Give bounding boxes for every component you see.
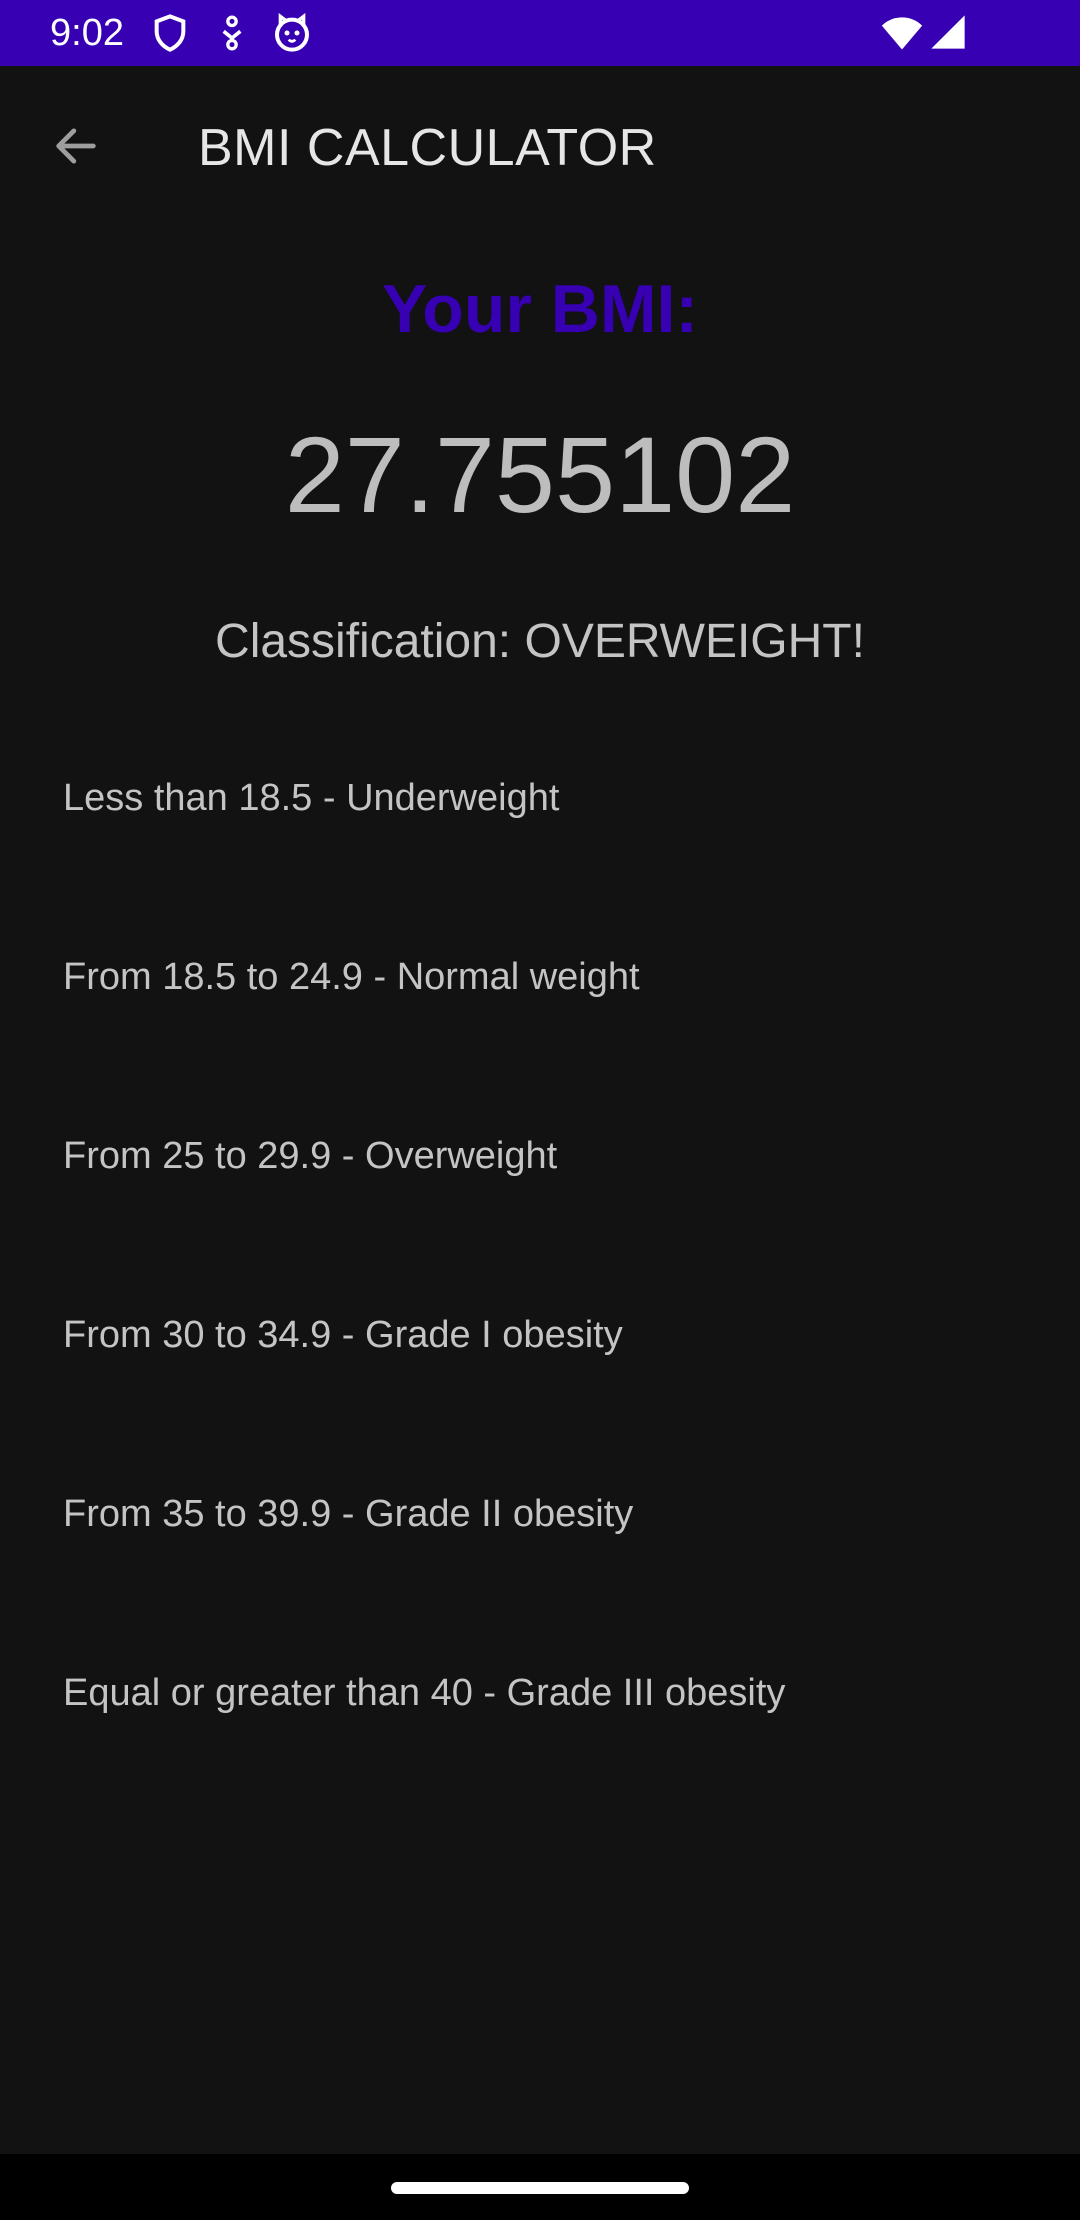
app-title: BMI CALCULATOR (198, 119, 657, 177)
range-item: Equal or greater than 40 - Grade III obe… (63, 1672, 786, 1714)
wifi-icon (880, 11, 924, 55)
navigation-bar (0, 2154, 1080, 2220)
app-bar: BMI CALCULATOR (0, 66, 1080, 224)
bmi-ranges-list: Less than 18.5 - Underweight From 18.5 t… (63, 768, 1023, 1842)
range-item: From 18.5 to 24.9 - Normal weight (63, 956, 640, 998)
signal-icon (928, 12, 968, 52)
bmi-value: 27.755102 (284, 414, 796, 535)
back-button[interactable] (36, 106, 116, 186)
range-item: Less than 18.5 - Underweight (63, 777, 560, 819)
arrow-back-icon (56, 128, 96, 164)
classification-text: Classification: OVERWEIGHT! (215, 615, 865, 668)
status-bar: 9:02 (0, 0, 1080, 66)
shield-icon (150, 13, 190, 53)
home-handle[interactable] (391, 2182, 689, 2194)
status-time: 9:02 (50, 12, 124, 54)
download-icon (212, 13, 252, 53)
bmi-heading: Your BMI: (381, 271, 699, 347)
range-item: From 35 to 39.9 - Grade II obesity (63, 1493, 634, 1535)
cat-icon (272, 13, 312, 53)
range-item: From 30 to 34.9 - Grade I obesity (63, 1314, 623, 1356)
range-item: From 25 to 29.9 - Overweight (63, 1135, 558, 1177)
screen: 9:02 BMI CALCULATOR Your BMI: 27.755102 … (0, 0, 1080, 2220)
